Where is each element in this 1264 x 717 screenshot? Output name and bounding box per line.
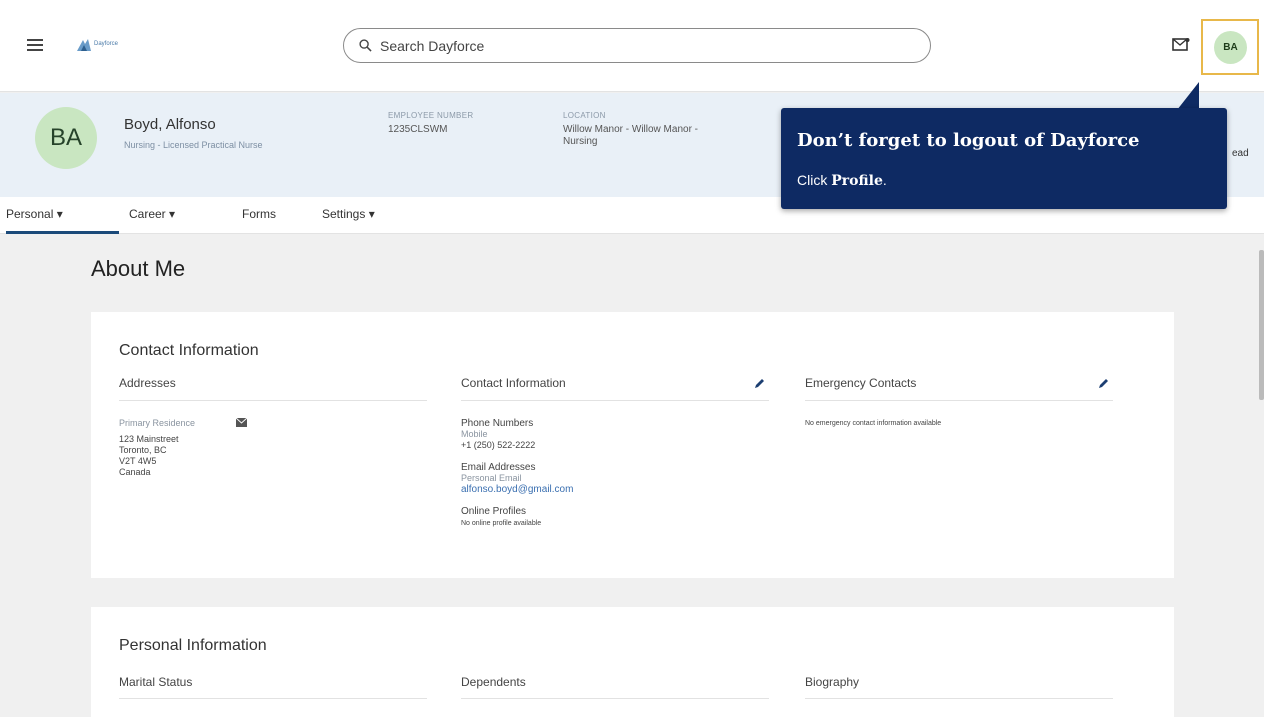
guidance-tooltip: Don’t forget to logout of Dayforce Click… <box>781 108 1227 209</box>
email-heading: Email Addresses <box>461 462 536 473</box>
location-value-line1: Willow Manor - Willow Manor - <box>563 124 699 135</box>
divider <box>461 400 769 401</box>
divider <box>461 698 769 699</box>
banner-truncated-text: ead <box>1232 148 1249 159</box>
employee-number-label: EMPLOYEE NUMBER <box>388 111 474 120</box>
divider <box>119 400 427 401</box>
address-line: V2T 4W5 <box>119 456 157 466</box>
email-type: Personal Email <box>461 473 522 483</box>
top-bar: Dayforce Search Dayforce BA <box>0 0 1264 92</box>
tooltip-title: Don’t forget to logout of Dayforce <box>797 130 1140 151</box>
employee-name: Boyd, Alfonso <box>124 116 216 133</box>
address-line: 123 Mainstreet <box>119 434 179 444</box>
divider <box>805 400 1113 401</box>
hamburger-menu-icon[interactable] <box>27 39 43 51</box>
addresses-heading: Addresses <box>119 376 176 390</box>
biography-heading: Biography <box>805 675 860 689</box>
company-logo[interactable]: Dayforce <box>76 37 156 53</box>
phone-number: +1 (250) 522-2222 <box>461 440 536 450</box>
employee-job-title: Nursing - Licensed Practical Nurse <box>124 140 263 150</box>
tab-forms[interactable]: Forms <box>242 207 276 221</box>
divider <box>805 698 1113 699</box>
address-line: Toronto, BC <box>119 445 167 455</box>
emergency-heading: Emergency Contacts <box>805 376 917 390</box>
address-line: Canada <box>119 467 151 477</box>
search-icon <box>359 39 372 52</box>
search-placeholder: Search Dayforce <box>380 38 485 54</box>
search-input[interactable]: Search Dayforce <box>343 28 931 63</box>
employee-number-value: 1235CLSWM <box>388 124 448 135</box>
logo-text: Dayforce <box>94 41 119 47</box>
personal-information-card: Personal Information Marital Status Depe… <box>91 607 1174 717</box>
envelope-icon[interactable] <box>236 418 247 427</box>
email-link[interactable]: alfonso.boyd@gmail.com <box>461 484 573 495</box>
employee-avatar: BA <box>35 107 97 169</box>
edit-pencil-icon[interactable] <box>1097 378 1109 390</box>
contact-information-card: Contact Information Addresses Primary Re… <box>91 312 1174 578</box>
scrollbar-thumb[interactable] <box>1259 250 1264 400</box>
logo-mark-icon <box>77 39 91 51</box>
profile-avatar-button[interactable]: BA <box>1214 31 1247 64</box>
online-profiles-value: No online profile available <box>461 520 542 527</box>
address-type: Primary Residence <box>119 418 196 428</box>
edit-pencil-icon[interactable] <box>753 378 765 390</box>
page-title: About Me <box>91 256 186 281</box>
mail-icon[interactable] <box>1172 37 1190 52</box>
phone-type: Mobile <box>461 429 488 439</box>
dependents-heading: Dependents <box>461 675 526 689</box>
online-profiles-heading: Online Profiles <box>461 506 527 517</box>
location-label: LOCATION <box>563 111 606 120</box>
profile-highlight: BA <box>1201 19 1259 75</box>
phone-heading: Phone Numbers <box>461 418 534 429</box>
tab-career[interactable]: Career ▾ <box>129 207 175 221</box>
tab-settings[interactable]: Settings ▾ <box>322 207 375 221</box>
tooltip-pointer <box>1177 82 1199 110</box>
location-value-line2: Nursing <box>563 136 598 147</box>
contact-heading: Contact Information <box>461 376 566 390</box>
card-title: Personal Information <box>119 637 267 654</box>
divider <box>119 698 427 699</box>
tooltip-body: Click Profile. <box>797 172 887 189</box>
marital-status-heading: Marital Status <box>119 675 193 689</box>
active-tab-indicator <box>6 231 119 234</box>
card-title: Contact Information <box>119 342 259 359</box>
tab-personal[interactable]: Personal ▾ <box>6 207 63 221</box>
emergency-value: No emergency contact information availab… <box>805 420 942 427</box>
